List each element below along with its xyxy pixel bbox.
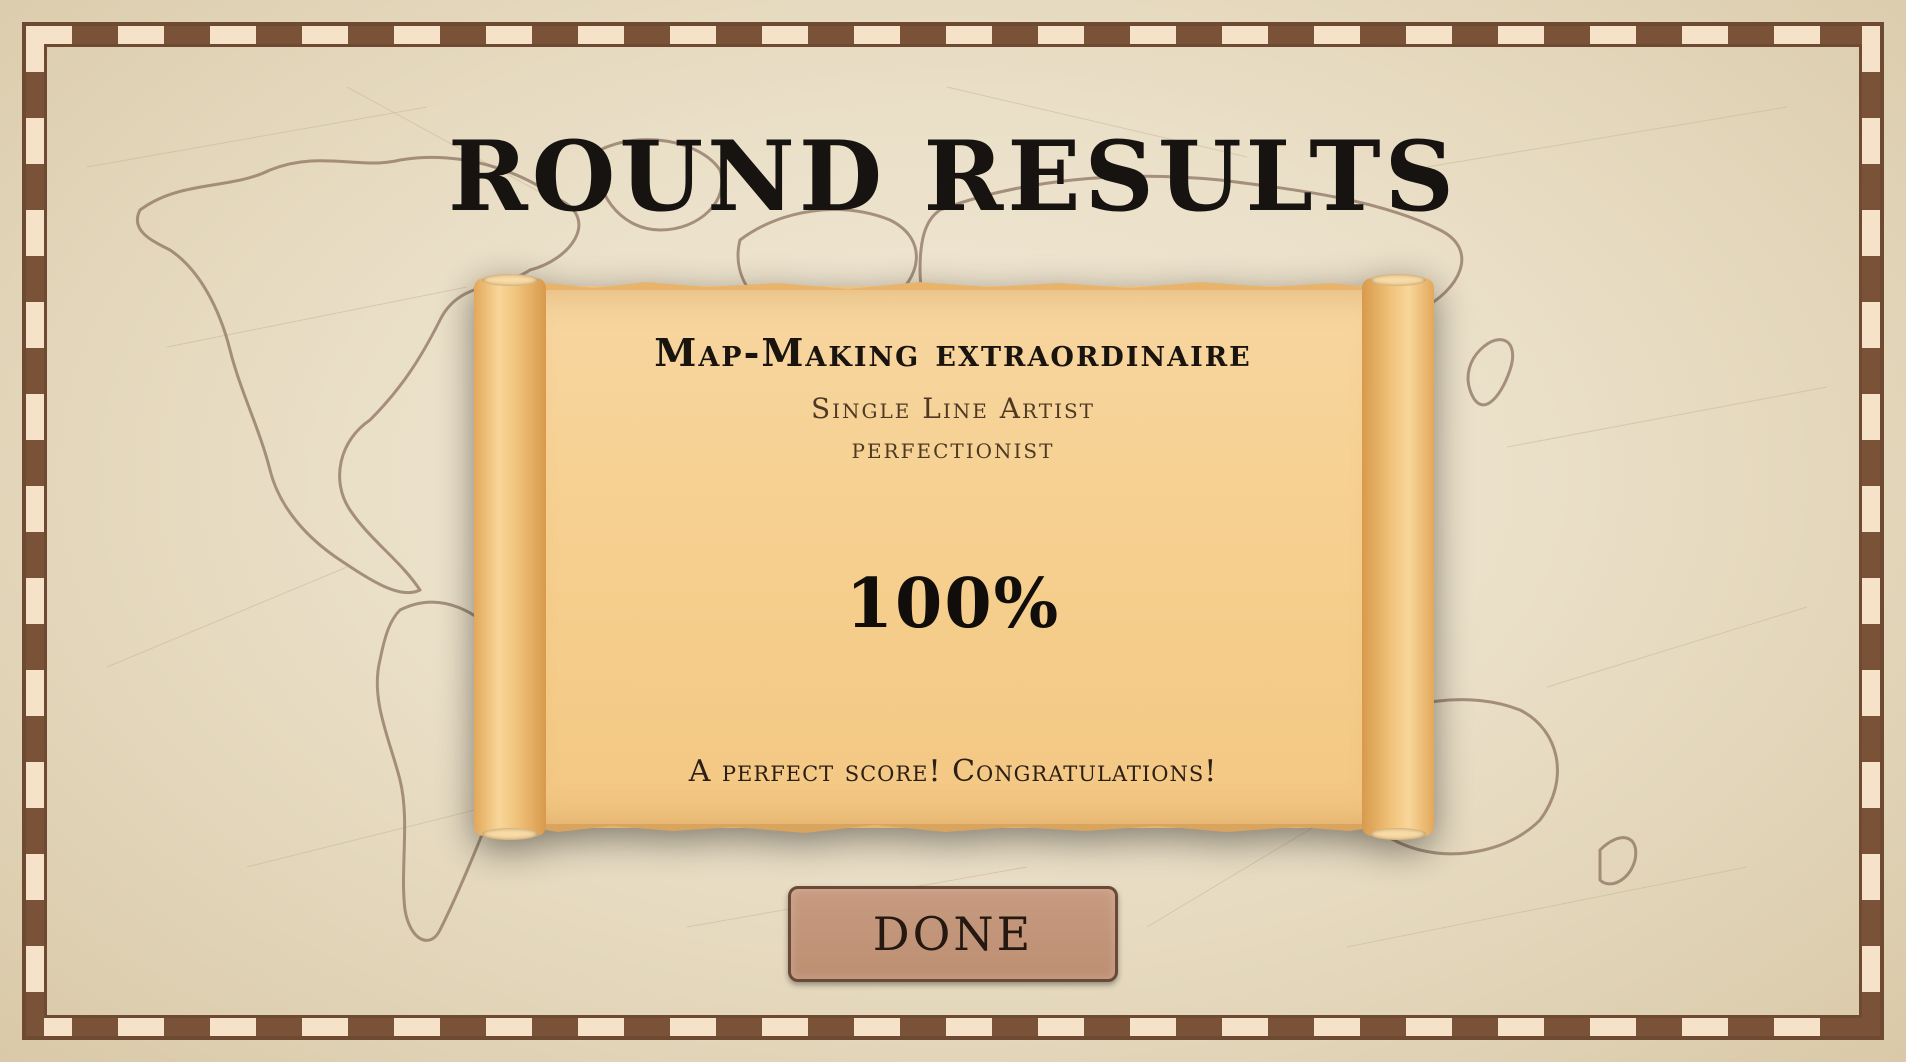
achievement-line-2: perfectionist — [851, 432, 1055, 465]
achievement-line-1: Single Line Artist — [810, 392, 1096, 425]
result-message: A perfect score! Congratulations! — [688, 754, 1218, 789]
score-value: 100% — [845, 564, 1061, 644]
done-button[interactable]: DONE — [788, 886, 1118, 982]
scroll-torn-edge-top — [514, 282, 1394, 290]
achievement-title: Map-Making extraordinaire — [654, 330, 1252, 375]
screen-title: ROUND RESULTS — [448, 120, 1458, 233]
scroll-torn-edge-bottom — [514, 824, 1394, 833]
results-screen: ROUND RESULTS Map-Making extraordinaire … — [0, 0, 1906, 1062]
